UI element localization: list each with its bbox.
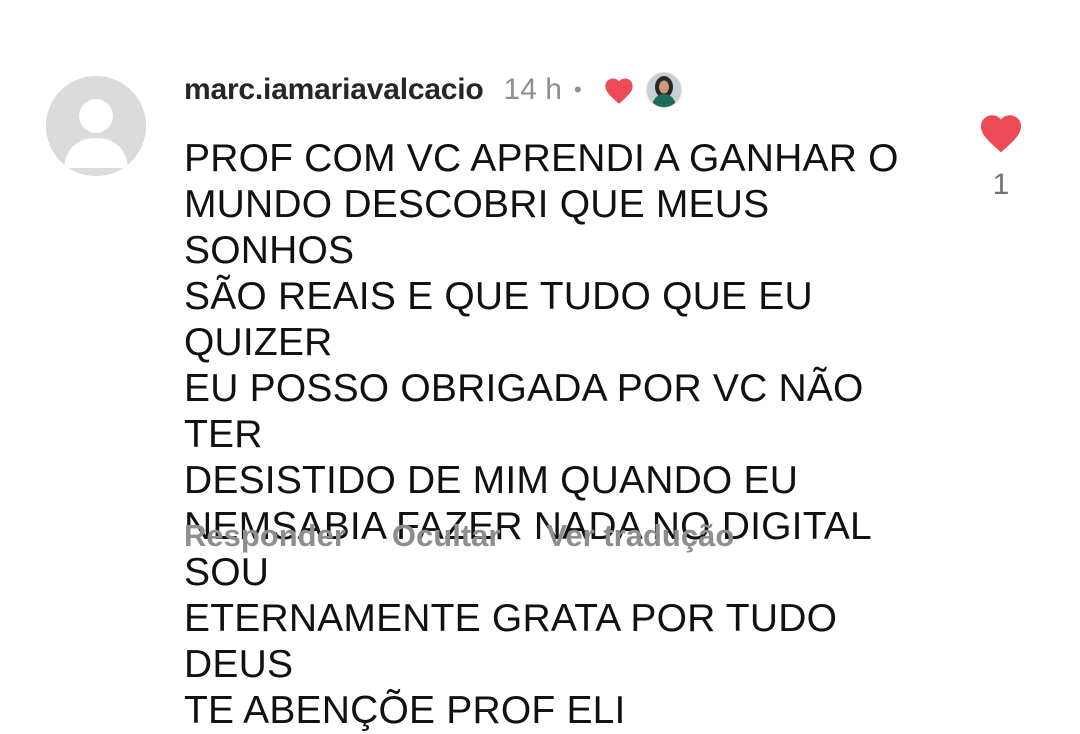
creator-liked-indicator: [602, 72, 682, 108]
see-translation-button[interactable]: Ver tradução: [546, 518, 734, 554]
comment-text: PROF COM VC APRENDI A GANHAR O MUNDO DES…: [184, 137, 899, 732]
reply-button[interactable]: Responder: [184, 518, 346, 554]
creator-avatar: [645, 72, 682, 108]
comment-header: marc.iamariavalcacio 14 h •: [184, 68, 682, 112]
like-column: 1: [972, 110, 1030, 202]
like-count[interactable]: 1: [993, 168, 1010, 202]
username-link[interactable]: marc.iamariavalcacio: [184, 73, 484, 107]
like-heart-icon[interactable]: [976, 110, 1026, 154]
default-avatar-icon: [46, 76, 146, 176]
comment-timestamp: 14 h: [503, 73, 562, 106]
separator-dot: •: [573, 77, 582, 102]
user-avatar[interactable]: [46, 76, 146, 176]
creator-avatar-image: [646, 73, 681, 107]
comment-item: marc.iamariavalcacio 14 h • PROF COM VC …: [0, 0, 1080, 732]
heart-filled-icon: [605, 78, 633, 104]
hide-button[interactable]: Ocultar: [392, 518, 501, 554]
comment-actions: Responder Ocultar Ver tradução: [184, 518, 734, 554]
